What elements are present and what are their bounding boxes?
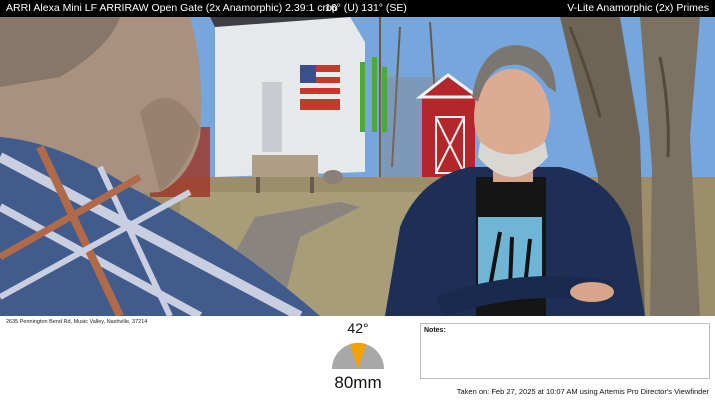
notes-label: Notes: bbox=[424, 327, 446, 334]
photo-scene bbox=[0, 17, 715, 316]
focal-length: 80mm bbox=[334, 373, 382, 392]
orientation-readout: 16° (U) 131° (SE) bbox=[325, 2, 407, 14]
info-bar: ARRI Alexa Mini LF ARRIRAW Open Gate (2x… bbox=[0, 0, 715, 17]
lens-set-label: V-Lite Anamorphic (2x) Primes bbox=[567, 2, 709, 14]
location-address: 2635 Pennington Bend Rd, Music Valley, N… bbox=[6, 319, 148, 325]
viewfinder-photo bbox=[0, 17, 715, 316]
capture-info: Taken on: Feb 27, 2025 at 10:07 AM using… bbox=[456, 387, 709, 396]
camera-format-label: ARRI Alexa Mini LF ARRIRAW Open Gate (2x… bbox=[6, 2, 338, 14]
notes-box[interactable]: Notes: bbox=[420, 323, 710, 379]
field-of-view-angle: 42° bbox=[347, 320, 369, 336]
field-of-view-gauge-icon bbox=[332, 342, 384, 369]
